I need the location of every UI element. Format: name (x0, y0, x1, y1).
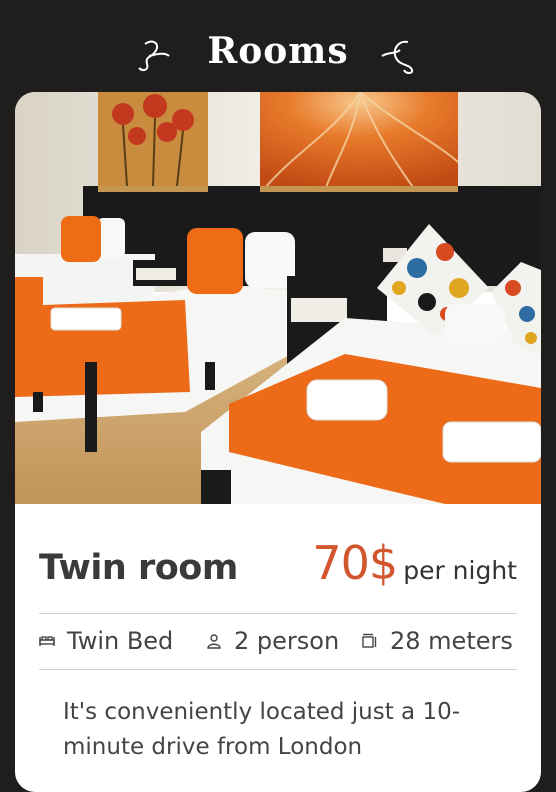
swirl-ornament-right-icon (381, 40, 414, 74)
room-features: Twin Bed 2 person 28 meters (39, 614, 517, 668)
person-icon (207, 634, 221, 649)
divider (39, 669, 517, 670)
bed-icon (39, 636, 55, 646)
section-title: Rooms (207, 30, 349, 72)
room-size-icon (362, 633, 377, 648)
room-name: Twin room (39, 548, 238, 588)
room-title-row: Twin room 70$ per night (39, 536, 517, 596)
price-value: 70$ (312, 536, 398, 590)
price-unit: per night (403, 556, 517, 585)
feature-size-label: 28 meters (390, 627, 513, 655)
section-header: Rooms (0, 22, 556, 84)
feature-bed-label: Twin Bed (67, 627, 174, 655)
feature-bed: Twin Bed (39, 614, 173, 668)
room-card[interactable]: Twin room 70$ per night Twin Bed 2 person (15, 92, 541, 792)
room-description: It's conveniently located just a 10-minu… (63, 699, 461, 760)
room-price: 70$ per night (312, 536, 517, 590)
feature-person: 2 person (206, 614, 339, 668)
room-photo (15, 92, 541, 504)
feature-person-label: 2 person (234, 627, 340, 655)
feature-size: 28 meters (362, 614, 513, 668)
